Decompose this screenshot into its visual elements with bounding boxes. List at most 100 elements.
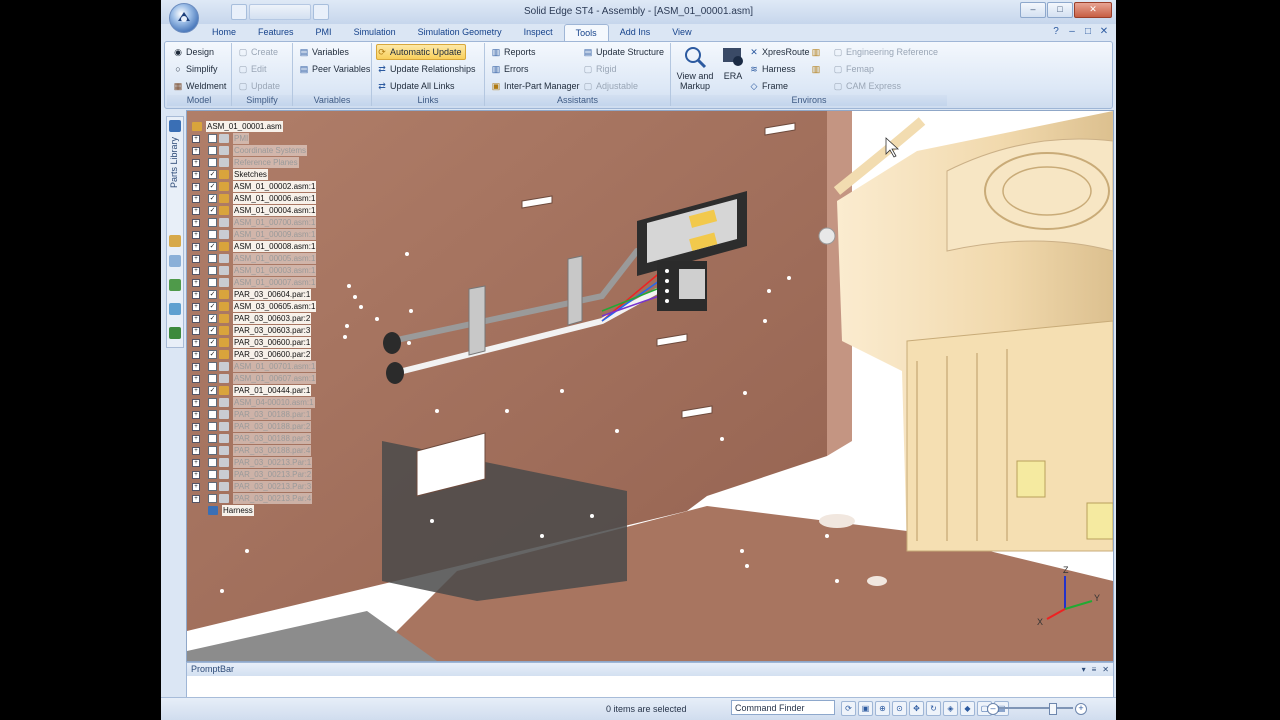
maximize-button[interactable]: □ — [1047, 2, 1073, 18]
expand-icon[interactable]: + — [192, 303, 200, 311]
tab-view[interactable]: View — [661, 24, 702, 41]
visibility-checkbox[interactable] — [208, 266, 217, 275]
visibility-checkbox[interactable]: ✓ — [208, 290, 217, 299]
visibility-checkbox[interactable] — [208, 278, 217, 287]
select-tools-icon[interactable] — [169, 327, 181, 339]
visibility-checkbox[interactable]: ✓ — [208, 302, 217, 311]
zoom-out-icon[interactable]: – — [987, 703, 999, 715]
tab-home[interactable]: Home — [201, 24, 247, 41]
assembly-model-view[interactable]: Z Y X — [187, 111, 1113, 661]
engineering-reference-button[interactable]: ▢ Engineering Reference — [833, 45, 938, 59]
errors-button[interactable]: ▥ Errors — [491, 62, 529, 76]
environs-tool-2[interactable]: ▥ — [811, 62, 824, 76]
create-button[interactable]: ▢ Create — [238, 45, 278, 59]
pin-icon[interactable]: ▾ — [1082, 663, 1086, 676]
design-radio[interactable]: ◉ Design — [173, 45, 214, 59]
expand-icon[interactable]: + — [192, 195, 200, 203]
visibility-checkbox[interactable] — [208, 422, 217, 431]
visibility-checkbox[interactable] — [208, 470, 217, 479]
pan-icon[interactable]: ✥ — [909, 701, 924, 716]
expand-icon[interactable]: + — [192, 327, 200, 335]
expand-icon[interactable]: + — [192, 207, 200, 215]
expand-icon[interactable]: + — [192, 243, 200, 251]
expand-icon[interactable]: + — [192, 291, 200, 299]
application-button[interactable] — [169, 3, 199, 33]
visibility-checkbox[interactable]: ✓ — [208, 338, 217, 347]
expand-icon[interactable]: + — [192, 483, 200, 491]
femap-button[interactable]: ▢ Femap — [833, 62, 874, 76]
expand-icon[interactable]: + — [192, 399, 200, 407]
expand-icon[interactable]: + — [192, 363, 200, 371]
zoom-icon[interactable]: ⊙ — [892, 701, 907, 716]
visibility-checkbox[interactable] — [208, 218, 217, 227]
reports-icon[interactable] — [169, 279, 181, 291]
ribbon-close-icon[interactable]: ✕ — [1098, 26, 1110, 38]
peer-variables-button[interactable]: ▤ Peer Variables — [299, 62, 371, 76]
visibility-checkbox[interactable] — [208, 398, 217, 407]
graphics-window[interactable]: Z Y X ASM_01_00001.asm + PMI + Coordinate Sy… — [186, 110, 1114, 662]
pathfinder-icon[interactable] — [169, 120, 181, 132]
visibility-checkbox[interactable] — [208, 494, 217, 503]
visibility-checkbox[interactable]: ✓ — [208, 242, 217, 251]
expand-icon[interactable]: + — [192, 279, 200, 287]
expand-icon[interactable]: + — [192, 183, 200, 191]
inter-part-manager-button[interactable]: ▣ Inter-Part Manager — [491, 79, 580, 93]
variables-button[interactable]: ▤ Variables — [299, 45, 349, 59]
era-button[interactable]: ERA — [719, 45, 747, 81]
zoom-in-icon[interactable]: + — [1075, 703, 1087, 715]
expand-icon[interactable]: + — [192, 267, 200, 275]
expand-icon[interactable]: + — [192, 135, 200, 143]
prompt-bar-body[interactable] — [187, 676, 1113, 696]
tab-inspect[interactable]: Inspect — [513, 24, 564, 41]
expand-icon[interactable]: + — [192, 495, 200, 503]
visibility-checkbox[interactable]: ✓ — [208, 170, 217, 179]
visibility-checkbox[interactable]: ✓ — [208, 206, 217, 215]
close-button[interactable]: ✕ — [1074, 2, 1112, 18]
visibility-checkbox[interactable] — [208, 446, 217, 455]
visibility-checkbox[interactable] — [208, 134, 217, 143]
visibility-checkbox[interactable] — [208, 434, 217, 443]
xpresroute-button[interactable]: ✕ XpresRoute — [749, 45, 809, 59]
parts-library-tab[interactable]: Parts Library — [169, 137, 179, 188]
expand-icon[interactable]: + — [192, 159, 200, 167]
frame-button[interactable]: ◇ Frame — [749, 79, 788, 93]
visibility-checkbox[interactable]: ✓ — [208, 386, 217, 395]
refresh-icon[interactable]: ⟳ — [841, 701, 856, 716]
minimize-button[interactable]: – — [1020, 2, 1046, 18]
view-and-markup-button[interactable]: View and Markup — [673, 45, 717, 91]
weldment-button[interactable]: ▦ Weldment — [173, 79, 227, 93]
rotate-icon[interactable]: ↻ — [926, 701, 941, 716]
collapse-icon[interactable]: ≡ — [1092, 663, 1097, 676]
visibility-checkbox[interactable] — [208, 146, 217, 155]
expand-icon[interactable]: + — [192, 375, 200, 383]
layers-icon[interactable] — [169, 235, 181, 247]
reports-button[interactable]: ▥ Reports — [491, 45, 536, 59]
family-icon[interactable] — [169, 303, 181, 315]
view-orientation-icon[interactable]: ◈ — [943, 701, 958, 716]
prompt-bar-close-icon[interactable]: ✕ — [1102, 663, 1109, 676]
tab-simulation-geometry[interactable]: Simulation Geometry — [407, 24, 513, 41]
simplify-radio[interactable]: ○ Simplify — [173, 62, 217, 76]
visibility-checkbox[interactable] — [208, 254, 217, 263]
automatic-update-button[interactable]: ⟳ Automatic Update — [376, 44, 466, 60]
expand-icon[interactable]: + — [192, 339, 200, 347]
expand-icon[interactable]: + — [192, 411, 200, 419]
visibility-checkbox[interactable] — [208, 458, 217, 467]
zoom-thumb[interactable] — [1049, 703, 1057, 715]
visibility-checkbox[interactable]: ✓ — [208, 314, 217, 323]
visibility-checkbox[interactable]: ✓ — [208, 326, 217, 335]
help-icon[interactable]: ? — [1050, 26, 1062, 38]
expand-icon[interactable]: + — [192, 447, 200, 455]
visibility-checkbox[interactable]: ✓ — [208, 350, 217, 359]
visibility-checkbox[interactable] — [208, 482, 217, 491]
environs-tool-1[interactable]: ▥ — [811, 45, 824, 59]
edit-button[interactable]: ▢ Edit — [238, 62, 267, 76]
expand-icon[interactable]: + — [192, 231, 200, 239]
update-all-links-button[interactable]: ⇄ Update All Links — [377, 79, 454, 93]
expand-icon[interactable]: + — [192, 435, 200, 443]
adjustable-button[interactable]: ▢ Adjustable — [583, 79, 638, 93]
cam-express-button[interactable]: ▢ CAM Express — [833, 79, 901, 93]
shaded-view-icon[interactable]: ◆ — [960, 701, 975, 716]
expand-icon[interactable]: + — [192, 471, 200, 479]
ribbon-restore-icon[interactable]: □ — [1082, 26, 1094, 38]
